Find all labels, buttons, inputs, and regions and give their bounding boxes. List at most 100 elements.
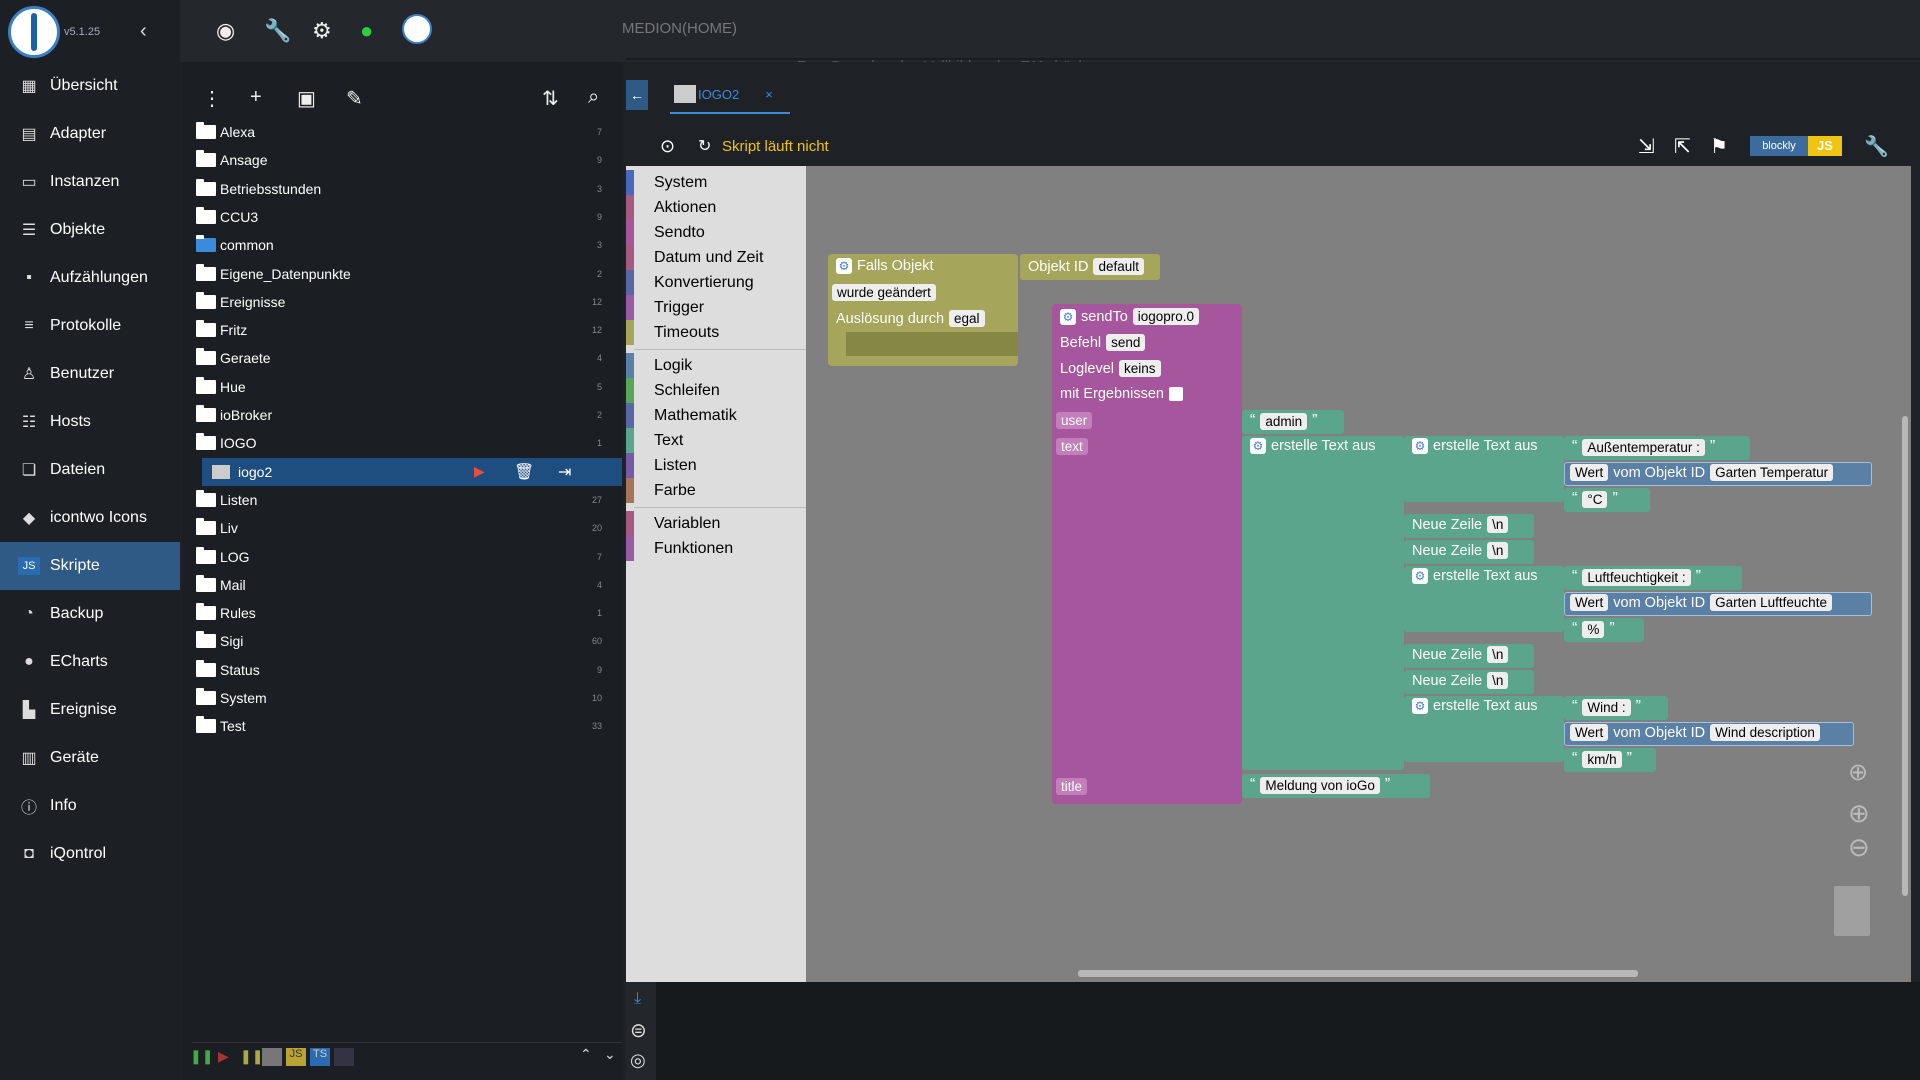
scroll-down-icon[interactable]: ⤓ (634, 990, 641, 1008)
text-degc-field[interactable]: °C (1582, 490, 1608, 508)
delete-icon[interactable]: 🗑 (514, 462, 534, 482)
tree-folder-eigene_datenpunkte[interactable]: Eigene_Datenpunkte 2 (182, 260, 622, 288)
run-icon[interactable]: ▶ (474, 463, 485, 480)
nav-item-icontwo-icons[interactable]: ◆ icontwo Icons (0, 494, 180, 542)
export-icon[interactable]: ⇲ (1638, 134, 1655, 159)
tree-folder-rules[interactable]: Rules 1 (182, 599, 622, 627)
nav-item-backup[interactable]: ◔ Backup (0, 590, 180, 638)
value-wind-objid[interactable]: Wind description (1710, 724, 1820, 741)
js-button[interactable]: JS (1808, 136, 1842, 156)
results-checkbox[interactable] (1168, 387, 1183, 401)
add-folder-icon[interactable]: ▣ (297, 86, 316, 111)
value-temp-objid[interactable]: Garten Temperatur (1710, 464, 1834, 481)
gear-icon[interactable]: ⚙ (1250, 438, 1266, 454)
expert-mode-icon[interactable]: ● (360, 18, 373, 44)
nav-item-skripte[interactable]: JS Skripte (0, 542, 180, 590)
text-percent-field[interactable]: % (1582, 620, 1605, 638)
newline-dropdown[interactable]: \n (1487, 672, 1509, 689)
title-text-field[interactable]: Meldung von ioGo (1260, 776, 1380, 794)
js-filter-icon[interactable]: JS (286, 1048, 306, 1066)
nav-item-geräte[interactable]: ▥ Geräte (0, 734, 180, 782)
blockly-workspace[interactable]: System Aktionen Sendto Datum und Zeit Konver… (626, 166, 1911, 982)
tree-folder-listen[interactable]: Listen 27 (182, 486, 622, 514)
tree-folder-common[interactable]: common 3 (182, 231, 622, 259)
tree-folder-status[interactable]: Status 9 (182, 656, 622, 684)
gear-icon[interactable]: ⚙ (836, 258, 852, 274)
tree-folder-geraete[interactable]: Geraete 4 (182, 344, 622, 372)
gear-icon[interactable]: ⚙ (1060, 308, 1076, 325)
trigger-objid-field[interactable]: default (1093, 258, 1144, 275)
text-temp-field[interactable]: Außentemperatur : (1582, 438, 1705, 456)
import-icon[interactable]: ⇱ (1674, 134, 1691, 159)
toolbox-cat-datum-und-zeit[interactable]: Datum und Zeit (626, 245, 806, 270)
pause-all-icon[interactable]: ❚❚ (190, 1048, 213, 1065)
blockly-filter-icon[interactable] (262, 1048, 282, 1066)
toolbox-cat-logik[interactable]: Logik (626, 353, 806, 378)
gear-icon[interactable]: ⚙ (1412, 568, 1428, 584)
sendto-loglevel-dropdown[interactable]: keins (1119, 360, 1161, 377)
user-text-field[interactable]: admin (1260, 412, 1308, 430)
toolbox-cat-aktionen[interactable]: Aktionen (626, 195, 806, 220)
tree-folder-fritz[interactable]: Fritz 12 (182, 316, 622, 344)
tab-iogo2[interactable]: IOGO2 × (670, 76, 790, 114)
text-hum-field[interactable]: Luftfeuchtigkeit : (1582, 568, 1691, 586)
tree-folder-test[interactable]: Test 33 (182, 712, 622, 740)
tree-folder-iogo[interactable]: IOGO 1 (182, 429, 622, 457)
value-mode-dropdown[interactable]: Wert (1570, 464, 1609, 481)
nav-item-benutzer[interactable]: ♙ Benutzer (0, 350, 180, 398)
pause-icon[interactable]: ❚❚ (240, 1048, 263, 1065)
toolbox-cat-variablen[interactable]: Variablen (626, 511, 806, 536)
tree-folder-mail[interactable]: Mail 4 (182, 571, 622, 599)
toolbox-cat-listen[interactable]: Listen (626, 453, 806, 478)
join-block-outer[interactable] (1242, 436, 1404, 770)
toolbox-cat-timeouts[interactable]: Timeouts (626, 320, 806, 345)
play-icon[interactable]: ▶ (218, 1048, 229, 1065)
toolbox-cat-text[interactable]: Text (626, 428, 806, 453)
text-wind-field[interactable]: Wind : (1582, 698, 1631, 716)
restart-icon[interactable]: ↻ (698, 136, 711, 156)
toolbox-cat-konvertierung[interactable]: Konvertierung (626, 270, 806, 295)
back-arrow-icon[interactable]: ← (626, 80, 648, 110)
chevron-left-icon[interactable]: ‹ (140, 20, 147, 43)
nav-item-adapter[interactable]: ▤ Adapter (0, 110, 180, 158)
nav-item-aufzählungen[interactable]: ▪ Aufzählungen (0, 254, 180, 302)
value-hum-objid[interactable]: Garten Luftfeuchte (1710, 594, 1832, 611)
sendto-instance-dropdown[interactable]: iogopro.0 (1132, 308, 1200, 325)
nav-item-instanzen[interactable]: ▭ Instanzen (0, 158, 180, 206)
eye-icon[interactable]: ◉ (216, 18, 235, 44)
clear-log-icon[interactable]: ⊜ (630, 1018, 647, 1043)
value-mode-dropdown[interactable]: Wert (1570, 724, 1609, 741)
vertical-scrollbar[interactable] (1902, 416, 1908, 896)
iobroker-logo[interactable] (8, 6, 60, 58)
move-icon[interactable]: ⇥ (558, 462, 571, 482)
wrench-icon[interactable]: 🔧 (1864, 134, 1889, 159)
wrench-icon[interactable]: 🔧 (264, 18, 291, 44)
hide-icon[interactable]: ◎ (630, 1050, 646, 1071)
edit-icon[interactable]: ✎ (346, 86, 363, 111)
toolbox-cat-sendto[interactable]: Sendto (626, 220, 806, 245)
rules-filter-icon[interactable] (334, 1048, 354, 1066)
horizontal-scrollbar[interactable] (1078, 970, 1638, 977)
toolbox-cat-trigger[interactable]: Trigger (626, 295, 806, 320)
nav-item-dateien[interactable]: ❏ Dateien (0, 446, 180, 494)
collapse-all-icon[interactable]: ⌃ (580, 1046, 592, 1063)
ts-filter-icon[interactable]: TS (310, 1048, 330, 1066)
target-icon[interactable]: ⊙ (660, 136, 675, 157)
toolbox-cat-farbe[interactable]: Farbe (626, 478, 806, 503)
nav-item-protokolle[interactable]: ≡ Protokolle (0, 302, 180, 350)
toolbox-cat-system[interactable]: System (626, 170, 806, 195)
nav-item-info[interactable]: ⓘ Info (0, 782, 180, 830)
trash-icon[interactable] (1834, 886, 1870, 936)
newline-dropdown[interactable]: \n (1487, 542, 1509, 559)
add-icon[interactable]: + (250, 86, 262, 109)
sendto-cmd-field[interactable]: send (1106, 334, 1146, 351)
trigger-by-dropdown[interactable]: egal (949, 310, 985, 327)
expand-all-icon[interactable]: ⌄ (604, 1046, 616, 1063)
tree-script-iogo2[interactable]: iogo2 ▶ 🗑 ⇥ (202, 457, 622, 486)
nav-item-iqontrol[interactable]: ◘ iQontrol (0, 830, 180, 878)
toolbox-cat-mathematik[interactable]: Mathematik (626, 403, 806, 428)
tree-folder-iobroker[interactable]: ioBroker 2 (182, 401, 622, 429)
tree-folder-alexa[interactable]: Alexa 7 (182, 118, 622, 146)
toolbox-cat-funktionen[interactable]: Funktionen (626, 536, 806, 561)
tree-folder-log[interactable]: LOG 7 (182, 543, 622, 571)
